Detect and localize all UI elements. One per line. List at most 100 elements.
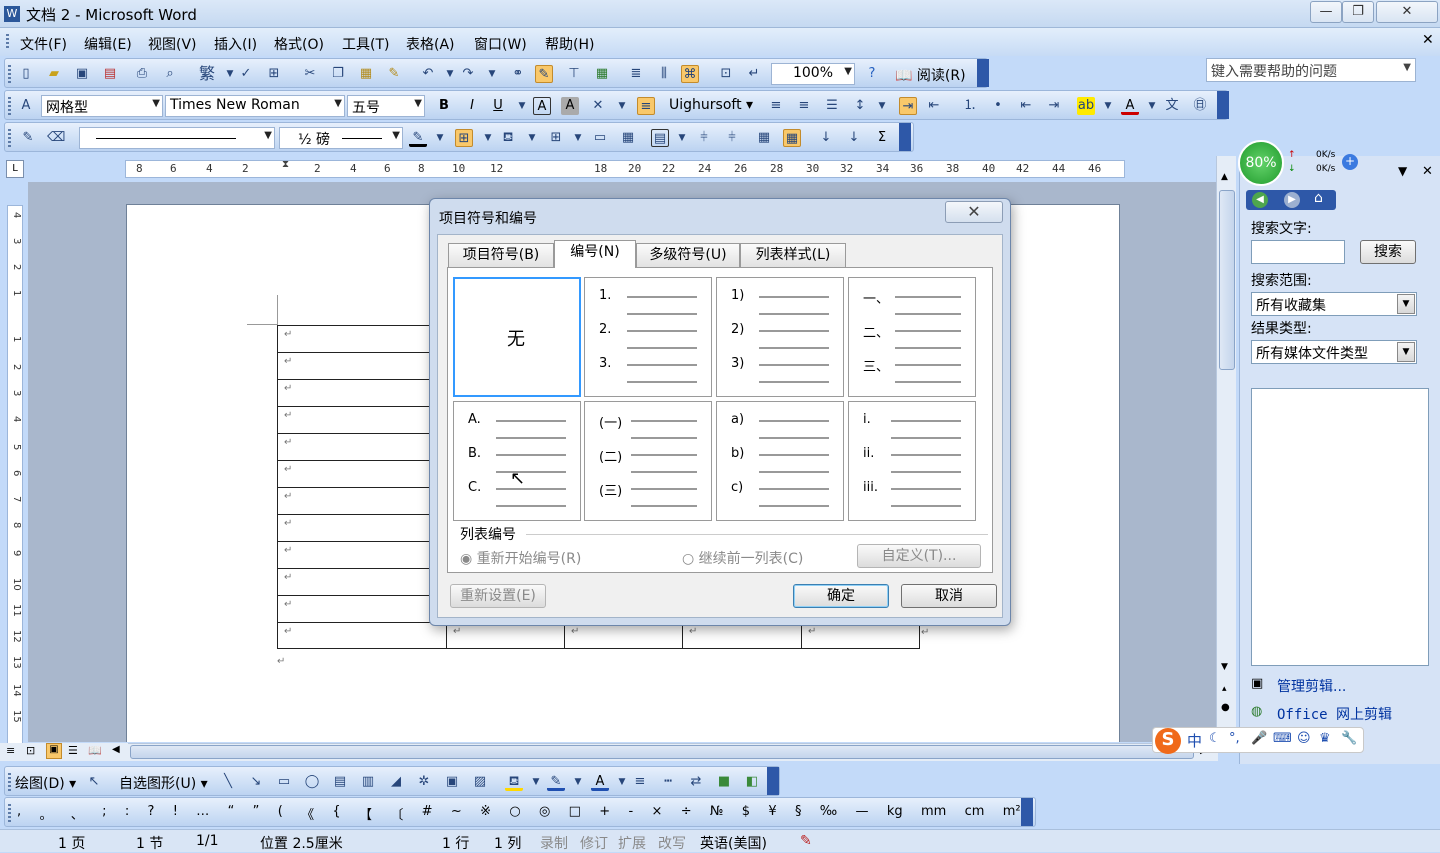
table-cell[interactable]: ↵: [564, 622, 683, 649]
horizontal-ruler[interactable]: 8 6 4 2 2 4 6 8 10 12 18 20 22 24 26 28 …: [125, 159, 1125, 178]
symbol-button[interactable]: :: [125, 804, 129, 823]
scroll-up-icon[interactable]: ▲: [1221, 172, 1228, 182]
symbol-button[interactable]: ◎: [539, 804, 550, 823]
symbol-button[interactable]: mm: [921, 804, 946, 823]
chevron-down-icon[interactable]: ▼: [1397, 294, 1415, 314]
rectangle-icon[interactable]: ▭: [275, 773, 293, 791]
paste-icon[interactable]: ▦: [357, 65, 375, 83]
reading-view-icon[interactable]: 📖: [88, 744, 102, 757]
close-button[interactable]: ✕: [1376, 1, 1438, 23]
status-track-changes[interactable]: 修订: [580, 833, 608, 853]
chevron-down-icon[interactable]: ▼: [1099, 97, 1117, 115]
symbol-button[interactable]: $: [742, 804, 750, 823]
diagram-icon[interactable]: ✲: [415, 773, 433, 791]
table-autoformat-icon[interactable]: ▦: [755, 129, 773, 147]
chevron-down-icon[interactable]: ▼: [673, 129, 691, 147]
back-icon[interactable]: ◀: [1252, 192, 1268, 208]
shadow-style-icon[interactable]: ■: [715, 773, 733, 791]
symbol-button[interactable]: kg: [887, 804, 903, 823]
scroll-thumb[interactable]: [1219, 190, 1235, 370]
symbol-button[interactable]: m²: [1003, 804, 1021, 823]
skin-icon[interactable]: ♛: [1319, 731, 1331, 746]
table-cell[interactable]: ↵: [277, 487, 447, 515]
chevron-down-icon[interactable]: ▼: [264, 130, 272, 141]
help-icon[interactable]: ?: [863, 65, 881, 83]
chevron-down-icon[interactable]: ▼: [1397, 342, 1415, 362]
scope-select[interactable]: 所有收藏集 ▼: [1251, 292, 1417, 316]
insert-table2-icon[interactable]: ⊞: [547, 129, 565, 147]
eraser-icon[interactable]: ⌫: [47, 129, 65, 147]
pane-menu-icon[interactable]: ▼: [1398, 164, 1407, 178]
bullets-icon[interactable]: •: [989, 97, 1007, 115]
search-button[interactable]: 搜索: [1360, 240, 1416, 264]
maximize-button[interactable]: ❐: [1342, 1, 1374, 23]
table-cell[interactable]: ↵: [277, 433, 447, 461]
menu-help[interactable]: 帮助(H): [545, 34, 594, 54]
numbering-option-arabic-paren[interactable]: 1) 2) 3): [716, 277, 844, 397]
numbering-option-upper-alpha[interactable]: A. B. C. ↖: [453, 401, 581, 521]
font-size-select[interactable]: 五号 ▼: [347, 95, 425, 117]
document-map-icon[interactable]: ⌘: [681, 65, 699, 83]
table-cell[interactable]: ↵: [682, 622, 802, 649]
toolbar-options-icon[interactable]: [767, 767, 779, 795]
permission-icon[interactable]: ▤: [101, 65, 119, 83]
char-shading-icon[interactable]: A: [561, 97, 579, 115]
chevron-down-icon[interactable]: ▼: [479, 129, 497, 147]
symbol-button[interactable]: 【: [359, 804, 372, 823]
line-icon[interactable]: ╲: [219, 773, 237, 791]
table-cell[interactable]: ↵: [277, 541, 447, 569]
table-cell[interactable]: ↵: [277, 568, 447, 596]
keyboard-icon[interactable]: ⌨: [1273, 731, 1292, 746]
symbol-button[interactable]: ”: [253, 804, 260, 823]
clip-results-box[interactable]: [1251, 388, 1429, 666]
bold-icon[interactable]: B: [435, 97, 453, 115]
symbol-button[interactable]: cm: [965, 804, 985, 823]
chevron-down-icon[interactable]: ▼: [483, 65, 501, 83]
zoom-select[interactable]: 100% ▼: [771, 63, 855, 85]
symbol-button[interactable]: ;: [102, 804, 106, 823]
tools-icon[interactable]: 🔧: [1341, 731, 1357, 746]
decrease-indent-icon[interactable]: ⇤: [1017, 97, 1035, 115]
align-center-icon[interactable]: ≡: [767, 97, 785, 115]
table-cell[interactable]: ↵: [277, 325, 447, 353]
symbol-button[interactable]: ¥: [768, 804, 776, 823]
symbol-button[interactable]: +: [599, 804, 610, 823]
phonetic-guide-icon[interactable]: 文: [1163, 97, 1181, 115]
chevron-down-icon[interactable]: ▼: [569, 773, 587, 791]
arrow-icon[interactable]: ↘: [247, 773, 265, 791]
autoshapes-button[interactable]: 自选图形(U) ▾: [119, 773, 208, 793]
restart-numbering-radio[interactable]: ◉ 重新开始编号(R): [460, 548, 581, 568]
cut-icon[interactable]: ✂: [301, 65, 319, 83]
undo-icon[interactable]: ↶: [419, 65, 437, 83]
chevron-down-icon[interactable]: ▼: [569, 129, 587, 147]
symbol-button[interactable]: (: [278, 804, 283, 823]
toolbar-options-icon[interactable]: [977, 59, 989, 87]
border-color-icon[interactable]: ✎: [409, 129, 427, 147]
autosum-icon[interactable]: Σ: [873, 129, 891, 147]
symbol-button[interactable]: {: [332, 804, 340, 823]
browse-object-icon[interactable]: ●: [1221, 702, 1230, 713]
symbol-button[interactable]: №: [710, 804, 724, 823]
chevron-down-icon[interactable]: ▼: [613, 773, 631, 791]
horizontal-scrollbar[interactable]: ▶: [128, 743, 1218, 761]
scroll-down-icon[interactable]: ▼: [1221, 662, 1228, 672]
tab-selector[interactable]: L: [6, 160, 24, 178]
borders-icon[interactable]: ⊞: [455, 129, 473, 147]
copy-icon[interactable]: ❐: [329, 65, 347, 83]
font-color-icon[interactable]: A: [1121, 97, 1139, 115]
minimize-button[interactable]: —: [1310, 1, 1342, 23]
3d-style-icon[interactable]: ◧: [743, 773, 761, 791]
toolbar-options-icon[interactable]: [1217, 91, 1229, 119]
symbol-button[interactable]: …: [196, 804, 209, 823]
paragraph-mark-icon[interactable]: ↵: [745, 65, 763, 83]
search-text-input[interactable]: [1251, 240, 1345, 264]
chevron-down-icon[interactable]: ▼: [334, 98, 342, 109]
spelling-status-icon[interactable]: ✎: [800, 833, 812, 849]
symbol-button[interactable]: ×: [651, 804, 662, 823]
menu-file[interactable]: 文件(F): [20, 34, 67, 54]
outline-view-icon[interactable]: ☰: [68, 744, 78, 757]
split-cells-icon[interactable]: ▦: [619, 129, 637, 147]
line-weight-select[interactable]: ½ 磅 ▼: [279, 127, 403, 149]
distribute-columns-icon[interactable]: ⫩: [723, 129, 741, 147]
columns-icon[interactable]: ≣: [627, 65, 645, 83]
